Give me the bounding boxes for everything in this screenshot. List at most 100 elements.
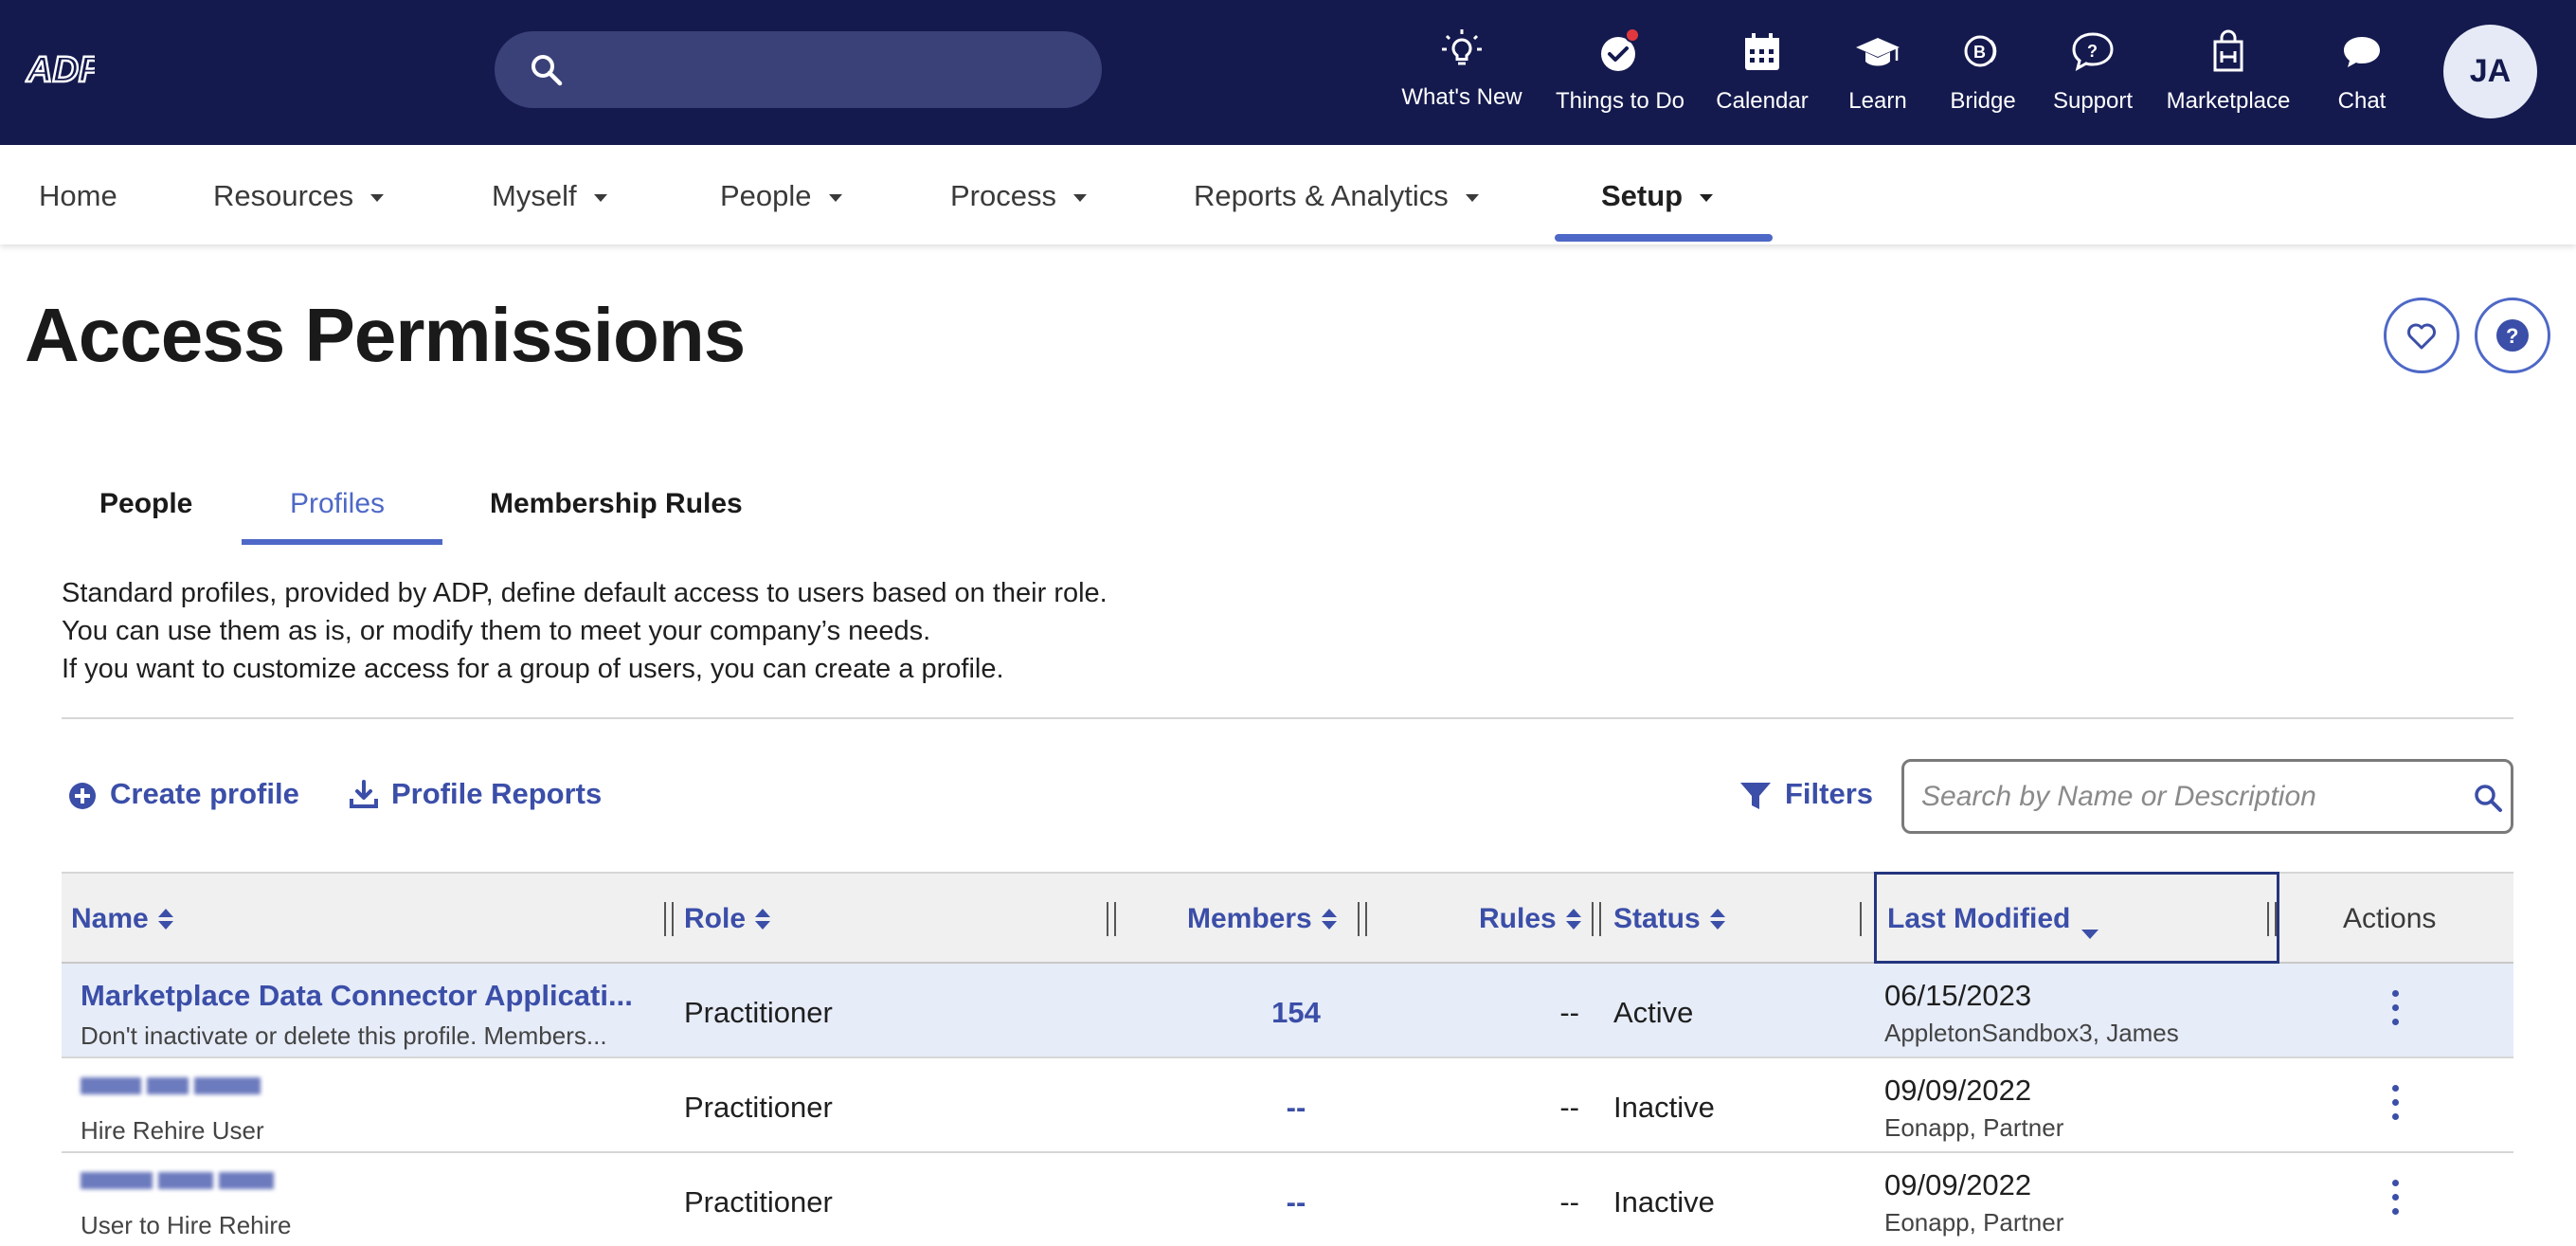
chevron-down-icon [828, 193, 842, 202]
column-header-role[interactable]: Role [684, 900, 771, 938]
column-header-rules[interactable]: Rules [1479, 900, 1581, 938]
profile-reports-button[interactable]: Profile Reports [349, 775, 602, 813]
calendar-button[interactable]: Calendar [1715, 0, 1810, 145]
create-profile-label: Create profile [110, 777, 299, 810]
tab-people[interactable]: People [99, 485, 192, 523]
members-count-link[interactable]: 154 [1239, 994, 1353, 1032]
user-avatar[interactable]: JA [2443, 25, 2537, 118]
chevron-down-icon [370, 193, 385, 202]
chat-button[interactable]: Chat [2315, 0, 2409, 145]
profile-search-box[interactable] [1901, 759, 2513, 834]
profile-role: Practitioner [684, 1091, 833, 1124]
sort-icon [755, 909, 771, 931]
description-line: If you want to customize access for a gr… [62, 654, 1004, 684]
sort-icon [1321, 909, 1337, 931]
column-header-label: Role [684, 903, 747, 934]
question-bubble-icon: ? [2072, 32, 2114, 71]
profile-name-obscured[interactable] [81, 1172, 279, 1193]
divider [62, 717, 2513, 719]
bridge-icon: B [1964, 35, 1997, 67]
table-row[interactable]: Hire Rehire User Practitioner -- -- Inac… [62, 1058, 2513, 1153]
search-icon [531, 55, 563, 86]
table-row[interactable]: Marketplace Data Connector Applicati... … [62, 964, 2513, 1058]
nav-myself-label: Myself [492, 179, 577, 212]
column-header-status[interactable]: Status [1613, 900, 1725, 938]
profile-description: Don't inactivate or delete this profile.… [81, 1021, 607, 1050]
column-header-members[interactable]: Members [1187, 900, 1337, 938]
checkmark-circle-icon [1601, 28, 1640, 71]
sort-icon [1565, 909, 1581, 931]
nav-home[interactable]: Home [39, 177, 117, 215]
svg-text:?: ? [2087, 42, 2098, 61]
column-resizer[interactable] [1592, 902, 1601, 936]
plus-circle-icon [69, 783, 96, 809]
sort-icon [1709, 909, 1725, 931]
last-modified-date: 09/09/2022 [1884, 1168, 2032, 1201]
help-button[interactable]: ? [2475, 298, 2550, 373]
global-search[interactable] [495, 31, 1102, 108]
members-count-link[interactable]: -- [1239, 1183, 1353, 1221]
table-row[interactable]: User to Hire Rehire Practitioner -- -- I… [62, 1153, 2513, 1246]
whats-new-label: What's New [1401, 84, 1522, 110]
adp-logo[interactable]: ADP [25, 47, 95, 89]
nav-active-indicator [1555, 234, 1773, 242]
create-profile-button[interactable]: Create profile [68, 775, 299, 813]
filters-button[interactable]: Filters [1739, 775, 1873, 813]
column-resizer[interactable] [1860, 902, 1869, 936]
lightbulb-icon [1442, 29, 1482, 65]
bridge-button[interactable]: B Bridge [1936, 0, 2030, 145]
nav-resources-label: Resources [213, 179, 354, 212]
shopping-bag-icon [2213, 29, 2243, 72]
column-header-name[interactable]: Name [71, 900, 173, 938]
more-actions-icon[interactable] [2381, 990, 2409, 1032]
marketplace-button[interactable]: Marketplace [2167, 0, 2290, 145]
nav-myself[interactable]: Myself [492, 177, 607, 215]
nav-people[interactable]: People [720, 177, 842, 215]
chevron-down-icon [1465, 193, 1479, 202]
rules-count: -- [1559, 1091, 1579, 1124]
svg-text:?: ? [2506, 324, 2518, 348]
download-icon [350, 780, 378, 808]
nav-process[interactable]: Process [950, 177, 1087, 215]
chat-bubble-icon [2344, 37, 2380, 67]
top-bar: ADP What's New Things to Do [0, 0, 2576, 145]
profile-name-link[interactable]: Marketplace Data Connector Applicati... [81, 977, 633, 1015]
favorite-button[interactable] [2384, 298, 2459, 373]
column-header-label: Members [1187, 903, 1312, 934]
profile-status: Active [1613, 996, 1694, 1029]
nav-reports-analytics[interactable]: Reports & Analytics [1194, 177, 1479, 215]
more-actions-icon[interactable] [2381, 1085, 2409, 1127]
svg-text:ADP: ADP [26, 50, 95, 89]
main-nav: Home Resources Myself People Process Rep… [0, 145, 2576, 244]
description-line: Standard profiles, provided by ADP, defi… [62, 578, 1108, 608]
chat-label: Chat [2337, 88, 2387, 114]
page-description: Standard profiles, provided by ADP, defi… [62, 574, 1108, 688]
nav-resources[interactable]: Resources [213, 177, 385, 215]
things-to-do-button[interactable]: Things to Do [1556, 0, 1684, 145]
column-resizer[interactable] [664, 902, 674, 936]
tab-profiles[interactable]: Profiles [290, 485, 385, 523]
last-modified-by: AppletonSandbox3, James [1884, 1019, 2179, 1047]
support-button[interactable]: ? Support [2045, 0, 2140, 145]
learn-button[interactable]: Learn [1830, 0, 1925, 145]
profile-status: Inactive [1613, 1185, 1715, 1219]
chevron-down-icon [1072, 193, 1087, 202]
nav-setup-label: Setup [1601, 179, 1684, 212]
column-resizer[interactable] [1107, 902, 1116, 936]
whats-new-button[interactable]: What's New [1401, 0, 1522, 145]
members-count-link[interactable]: -- [1239, 1089, 1353, 1127]
tab-membership-rules[interactable]: Membership Rules [490, 485, 743, 523]
profile-role: Practitioner [684, 996, 833, 1029]
help-icon: ? [2496, 319, 2529, 352]
heart-icon [2407, 323, 2436, 350]
search-icon[interactable] [2473, 783, 2503, 813]
profile-search-input[interactable] [1921, 771, 2452, 822]
more-actions-icon[interactable] [2381, 1180, 2409, 1221]
column-resizer[interactable] [1358, 902, 1367, 936]
profile-status: Inactive [1613, 1091, 1715, 1124]
nav-setup[interactable]: Setup [1601, 177, 1714, 215]
last-modified-by: Eonapp, Partner [1884, 1113, 2064, 1142]
profile-reports-label: Profile Reports [391, 777, 603, 810]
filter-icon [1740, 783, 1771, 809]
profile-name-obscured[interactable] [81, 1077, 279, 1098]
